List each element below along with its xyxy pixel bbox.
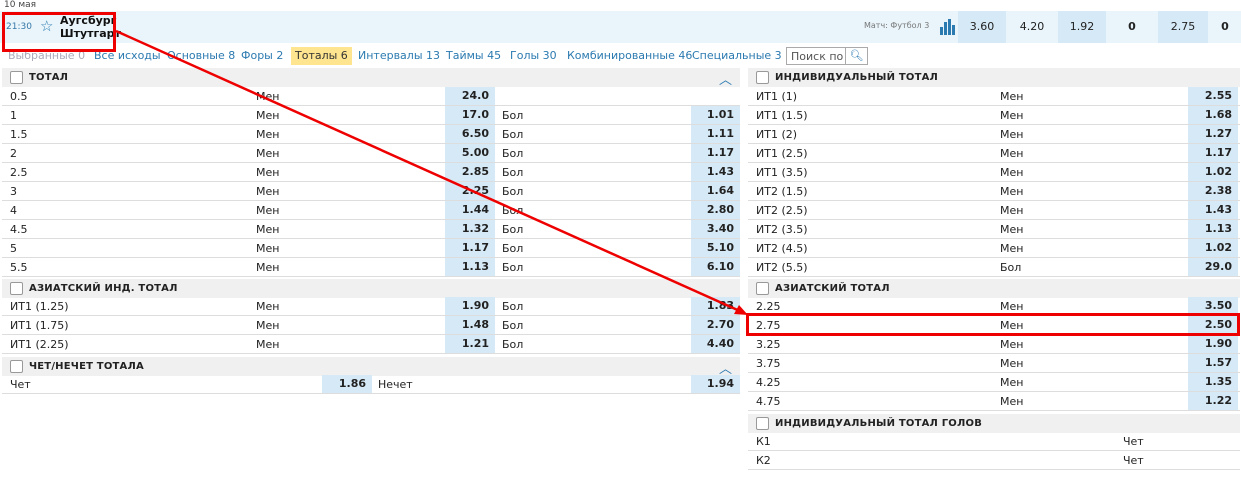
annotation-arrow — [115, 29, 748, 315]
